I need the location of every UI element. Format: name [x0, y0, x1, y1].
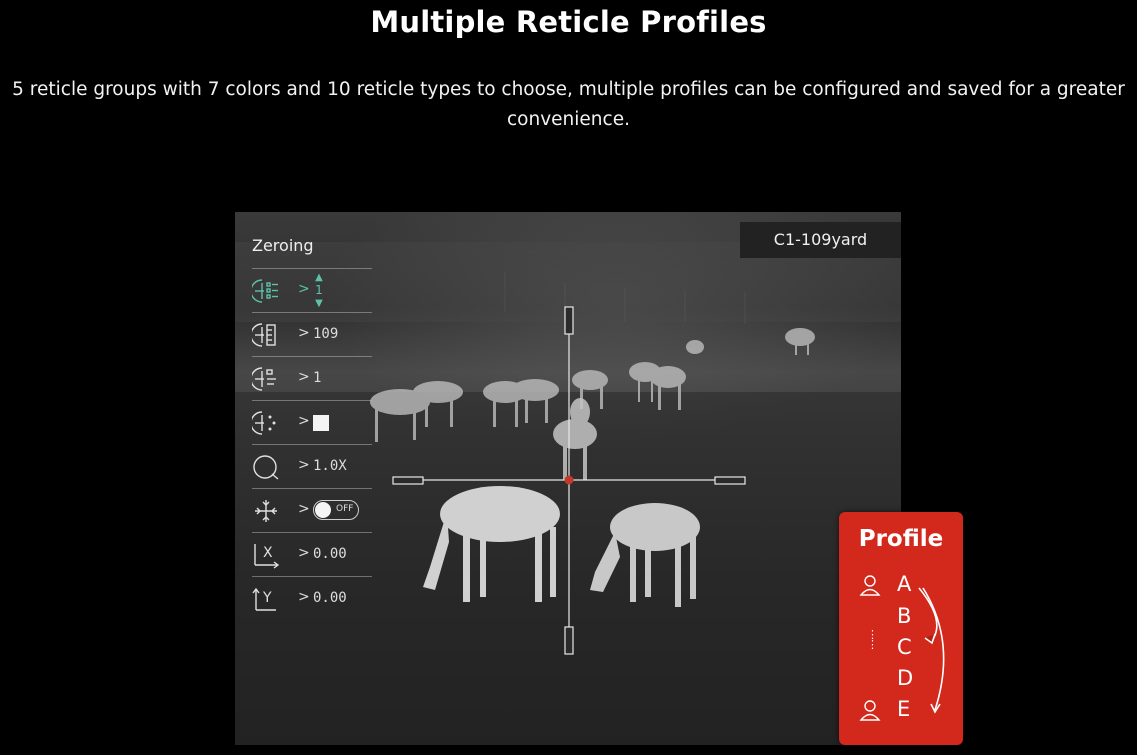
menu-arrow: > — [298, 281, 310, 297]
menu-value: 0.00 — [313, 590, 347, 606]
profile-badge: C1-109yard — [740, 222, 901, 258]
menu-value: 1 — [315, 283, 323, 297]
svg-text:X: X — [263, 545, 273, 561]
color-swatch — [313, 415, 329, 431]
menu-row-reticle-color[interactable]: > — [250, 400, 372, 445]
page-title: Multiple Reticle Profiles — [370, 5, 767, 39]
menu-value: 1.0X — [313, 458, 347, 474]
profile-panel: Profile A B C D E ⋮ ⋮ — [839, 512, 963, 745]
menu-arrow: > — [298, 325, 310, 341]
menu-arrow: > — [298, 545, 310, 561]
freeze-toggle[interactable]: OFF — [313, 500, 359, 520]
menu-arrow: > — [298, 457, 310, 473]
switch-arrow-icon — [918, 587, 945, 714]
menu-value: 109 — [313, 326, 339, 342]
reticle-type-icon — [250, 365, 282, 393]
menu-row-zeroing-distance[interactable]: > 109 — [250, 312, 372, 357]
zeroing-distance-icon — [250, 321, 282, 349]
menu-arrow: > — [298, 589, 310, 605]
y-offset-icon: Y — [252, 585, 282, 613]
menu-arrow: > — [298, 501, 310, 517]
menu-row-reticle-group[interactable]: > ▲ 1 ▼ — [250, 268, 372, 313]
menu-arrow: > — [298, 413, 310, 429]
menu-row-x-offset[interactable]: X > 0.00 — [252, 532, 372, 577]
page-description: 5 reticle groups with 7 colors and 10 re… — [12, 79, 1125, 130]
reticle-color-icon — [250, 409, 282, 437]
menu-value: 1 — [313, 370, 322, 386]
thermal-viewfinder: C1-109yard Zeroing > ▲ 1 ▼ > 109 > 1 > >… — [235, 212, 901, 745]
x-offset-icon: X — [252, 541, 282, 569]
reticle-group-icon — [250, 277, 282, 305]
svg-text:Y: Y — [262, 590, 272, 606]
toggle-knob — [315, 502, 331, 518]
menu-title: Zeroing — [252, 236, 314, 255]
menu-value: 0.00 — [313, 546, 347, 562]
zoom-icon — [252, 453, 282, 481]
value-stepper[interactable]: ▲ 1 ▼ — [312, 271, 326, 311]
toggle-label: OFF — [336, 504, 354, 514]
menu-row-reticle-type[interactable]: > 1 — [250, 356, 372, 401]
menu-row-y-offset[interactable]: Y > 0.00 — [252, 576, 372, 621]
menu-row-freeze[interactable]: > OFF — [252, 488, 372, 533]
menu-arrow: > — [298, 369, 310, 385]
chevron-down-icon[interactable]: ▼ — [312, 297, 326, 310]
menu-row-zoom[interactable]: > 1.0X — [252, 444, 372, 489]
freeze-icon — [252, 497, 282, 525]
